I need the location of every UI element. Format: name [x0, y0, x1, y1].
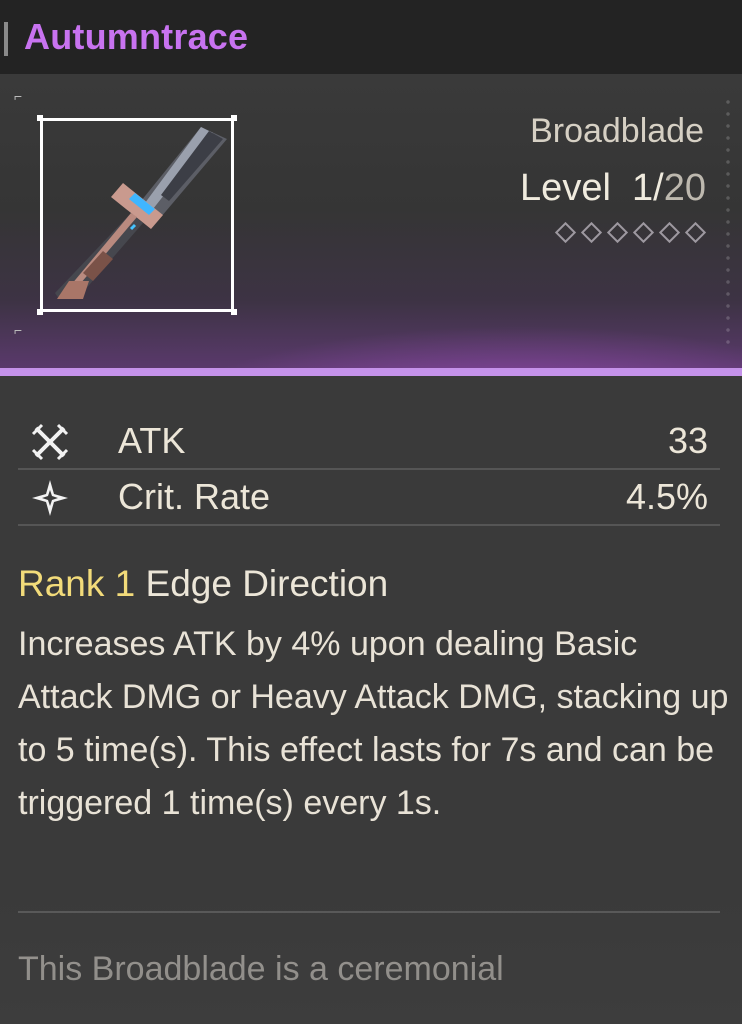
stat-row-crit-rate: Crit. Rate 4.5% — [18, 468, 720, 526]
weapon-name: Autumntrace — [24, 16, 249, 57]
decorative-dots — [724, 96, 732, 346]
weapon-type: Broadblade — [530, 112, 704, 150]
rank-diamond — [580, 221, 603, 244]
passive-name: Edge Direction — [145, 563, 389, 604]
frame-corner — [231, 309, 237, 315]
lore-text: This Broadblade is a ceremonial — [18, 950, 504, 988]
broadblade-icon — [55, 127, 227, 299]
stat-label: Crit. Rate — [118, 476, 271, 517]
stat-value: 4.5% — [625, 476, 708, 517]
level-label: Level — [520, 167, 611, 209]
frame-corner — [37, 309, 43, 315]
frame-corner — [231, 115, 237, 121]
rank-diamond — [606, 221, 629, 244]
star-burst-icon — [32, 480, 68, 516]
passive-description: Increases ATK by 4% upon dealing Basic A… — [18, 625, 729, 822]
rank-diamond — [632, 221, 655, 244]
title-accent-bar — [4, 22, 8, 56]
title-bar: Autumntrace — [0, 0, 742, 74]
corner-mark-bottom: ⌐ — [14, 322, 23, 338]
frame-corner — [37, 115, 43, 121]
rarity-stripe — [0, 368, 742, 376]
weapon-icon-frame[interactable] — [37, 115, 237, 315]
passive-title: Rank 1 Edge Direction — [18, 563, 388, 605]
rank-diamond — [684, 221, 707, 244]
rank-diamond — [554, 221, 577, 244]
stat-label: ATK — [118, 420, 186, 461]
stat-value: 33 — [667, 420, 708, 461]
crossed-swords-icon — [31, 423, 69, 461]
section-divider — [18, 911, 720, 913]
rank-diamonds — [554, 221, 707, 244]
passive-rank: Rank 1 — [18, 563, 136, 604]
corner-mark-top: ⌐ — [14, 88, 23, 104]
stat-row-atk: ATK 33 — [18, 412, 720, 470]
rank-diamond — [658, 221, 681, 244]
level-current: 1/ — [632, 167, 664, 209]
weapon-level: Level 1/20 — [520, 167, 706, 210]
level-max: 20 — [663, 167, 706, 209]
